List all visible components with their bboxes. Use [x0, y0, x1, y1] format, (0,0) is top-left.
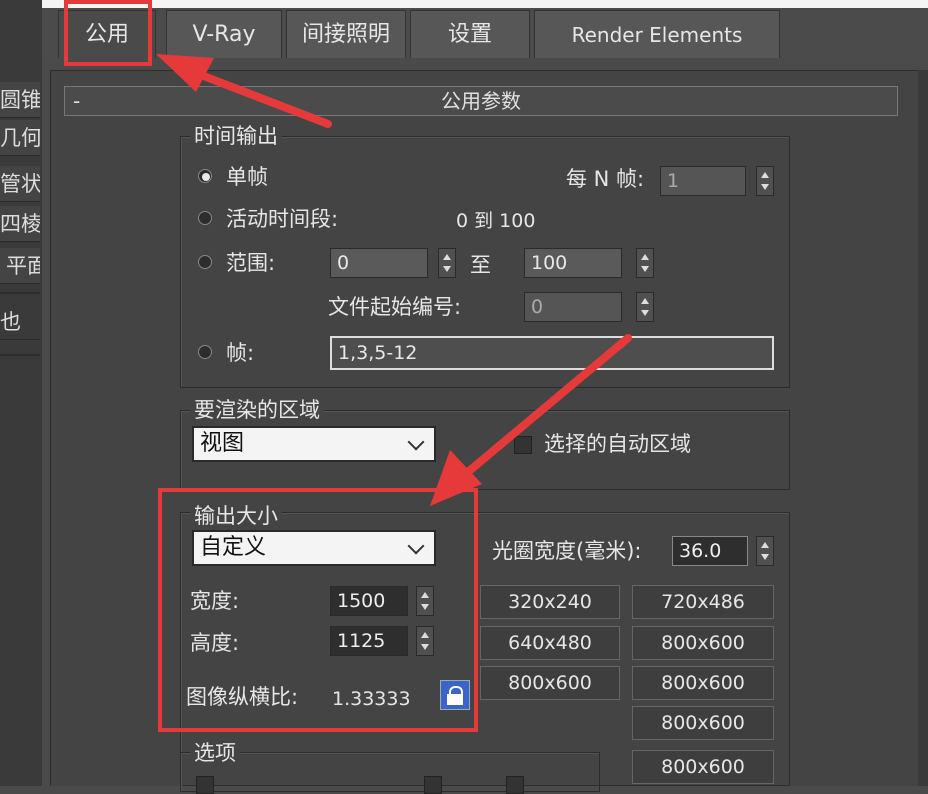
arrow-to-common-tab [156, 54, 332, 128]
arrow-to-output-size [430, 334, 632, 506]
annotation-arrows [156, 54, 632, 506]
